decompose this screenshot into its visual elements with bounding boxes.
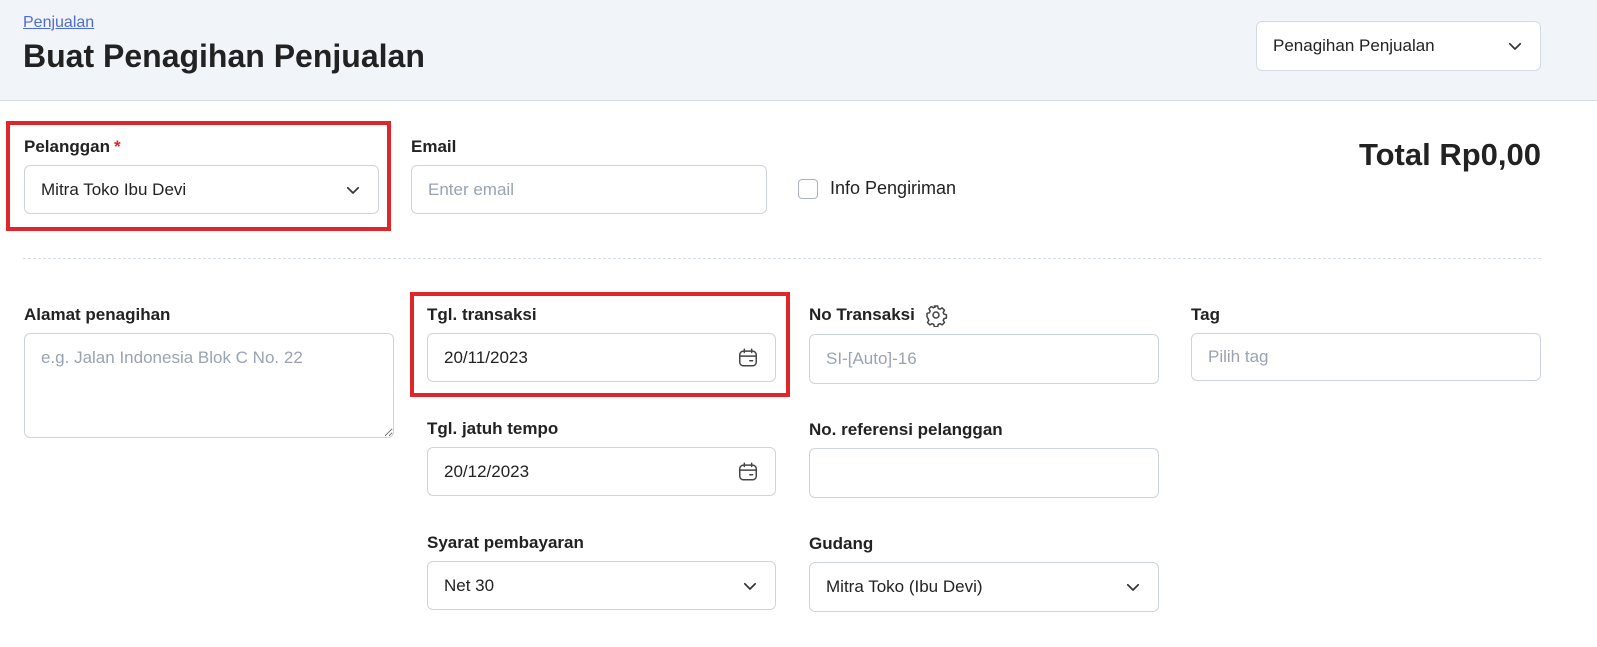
warehouse-value: Mitra Toko (Ibu Devi) <box>826 577 983 596</box>
payment-terms-select[interactable]: Net 30 <box>427 561 776 610</box>
tag-label: Tag <box>1191 305 1220 324</box>
gear-icon[interactable] <box>924 303 948 327</box>
customer-reference-label: No. referensi pelanggan <box>809 420 1003 439</box>
email-label: Email <box>411 137 457 156</box>
due-date-value: 20/12/2023 <box>444 461 530 481</box>
customer-select[interactable]: Mitra Toko Ibu Devi <box>24 165 379 214</box>
required-mark: * <box>113 137 121 156</box>
transaction-date-input[interactable]: 20/11/2023 <box>427 333 776 382</box>
page-header: Penjualan Buat Penagihan Penjualan Penag… <box>0 0 1597 101</box>
tag-placeholder: Pilih tag <box>1208 347 1269 366</box>
transaction-number-placeholder: SI-[Auto]-16 <box>826 349 917 368</box>
chevron-down-icon <box>1126 583 1140 591</box>
billing-address-textarea[interactable] <box>24 333 394 438</box>
document-type-select[interactable]: Penagihan Penjualan <box>1256 21 1541 71</box>
calendar-icon[interactable] <box>737 347 759 369</box>
email-field[interactable]: Enter email <box>411 165 767 214</box>
info-pengiriman-label[interactable]: Info Pengiriman <box>830 178 956 199</box>
info-pengiriman-checkbox[interactable] <box>798 179 818 199</box>
warehouse-select[interactable]: Mitra Toko (Ibu Devi) <box>809 562 1159 612</box>
customer-reference-input[interactable] <box>809 448 1159 498</box>
billing-address-label: Alamat penagihan <box>24 305 171 324</box>
due-date-input[interactable]: 20/12/2023 <box>427 447 776 496</box>
page-title: Buat Penagihan Penjualan <box>23 38 425 74</box>
calendar-icon[interactable] <box>737 461 759 483</box>
payment-terms-value: Net 30 <box>444 575 495 595</box>
transaction-date-label: Tgl. transaksi <box>427 305 537 324</box>
email-placeholder: Enter email <box>428 179 514 199</box>
transaction-number-input[interactable]: SI-[Auto]-16 <box>809 334 1159 384</box>
document-type-value: Penagihan Penjualan <box>1273 36 1435 55</box>
customer-label: Pelanggan * <box>24 137 121 157</box>
transaction-number-label: No Transaksi <box>809 305 915 324</box>
warehouse-label: Gudang <box>809 534 874 553</box>
total-amount: Total Rp0,00 <box>1358 137 1541 172</box>
chevron-down-icon <box>1508 42 1522 50</box>
chevron-down-icon <box>743 582 757 590</box>
customer-label-text: Pelanggan <box>24 137 110 156</box>
tag-select[interactable]: Pilih tag <box>1191 333 1541 381</box>
customer-value: Mitra Toko Ibu Devi <box>41 179 187 199</box>
due-date-label: Tgl. jatuh tempo <box>427 419 559 438</box>
breadcrumb-penjualan[interactable]: Penjualan <box>23 14 94 32</box>
chevron-down-icon <box>346 186 360 194</box>
section-divider <box>23 258 1541 259</box>
transaction-date-value: 20/11/2023 <box>444 347 528 367</box>
payment-terms-label: Syarat pembayaran <box>427 533 584 552</box>
